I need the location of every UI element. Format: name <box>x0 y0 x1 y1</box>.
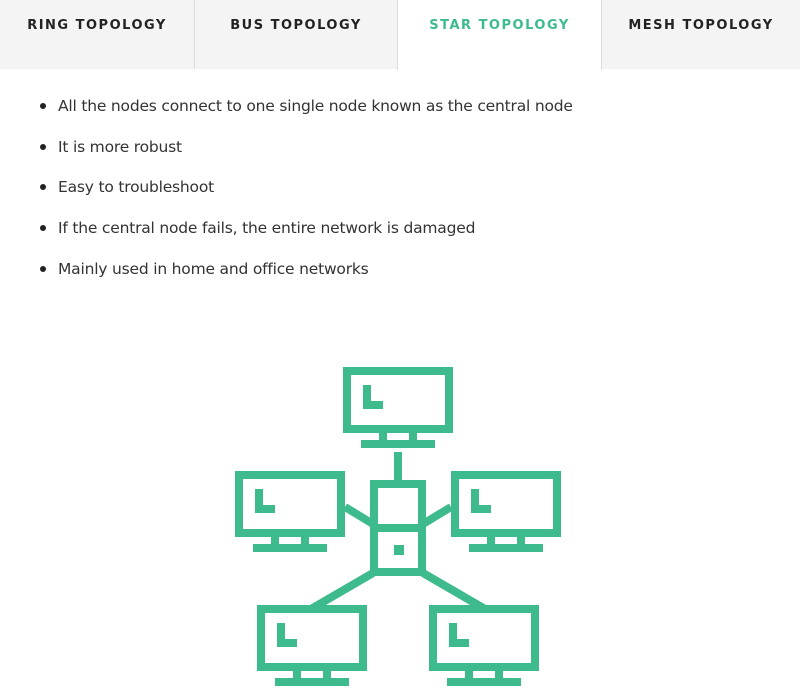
feature-list: All the nodes connect to one single node… <box>40 95 573 298</box>
tab-panel-star-topology: All the nodes connect to one single node… <box>0 69 800 695</box>
tab-mesh-topology-label: MESH TOPOLOGY <box>628 18 774 33</box>
bullet-icon <box>40 103 46 109</box>
list-item: If the central node fails, the entire ne… <box>40 217 573 258</box>
bullet-icon <box>40 265 46 272</box>
monitor-icon-bottom-left <box>257 605 367 686</box>
list-item: It is more robust <box>40 136 573 177</box>
list-item-text: Mainly used in home and office networks <box>58 259 369 278</box>
list-item-text: All the nodes connect to one single node… <box>58 97 573 115</box>
star-topology-icon <box>235 367 561 686</box>
central-node-icon <box>370 480 426 576</box>
monitor-icon-right <box>451 471 561 552</box>
tab-bus-topology[interactable]: BUS TOPOLOGY <box>195 0 398 69</box>
list-item: All the nodes connect to one single node… <box>40 95 573 136</box>
list-item: Easy to troubleshoot <box>40 176 573 217</box>
monitor-icon-left <box>235 471 345 552</box>
tab-star-topology[interactable]: STAR TOPOLOGY <box>397 0 602 70</box>
list-item-text: If the central node fails, the entire ne… <box>58 219 476 238</box>
tab-bus-topology-label: BUS TOPOLOGY <box>230 18 362 33</box>
bullet-icon <box>40 184 46 191</box>
bullet-icon <box>40 225 46 232</box>
monitor-icon-top <box>343 367 453 448</box>
tab-mesh-topology[interactable]: MESH TOPOLOGY <box>602 0 800 69</box>
tab-star-topology-label: STAR TOPOLOGY <box>429 18 570 33</box>
monitor-icon-bottom-right <box>429 605 539 686</box>
list-item-text: Easy to troubleshoot <box>58 178 214 197</box>
tab-ring-topology-label: RING TOPOLOGY <box>27 18 167 33</box>
list-item-text: It is more robust <box>58 137 182 156</box>
topology-tab-bar: RING TOPOLOGY BUS TOPOLOGY STAR TOPOLOGY… <box>0 0 800 70</box>
tab-ring-topology[interactable]: RING TOPOLOGY <box>0 0 195 69</box>
list-item: Mainly used in home and office networks <box>40 258 573 299</box>
bullet-icon <box>40 143 46 150</box>
